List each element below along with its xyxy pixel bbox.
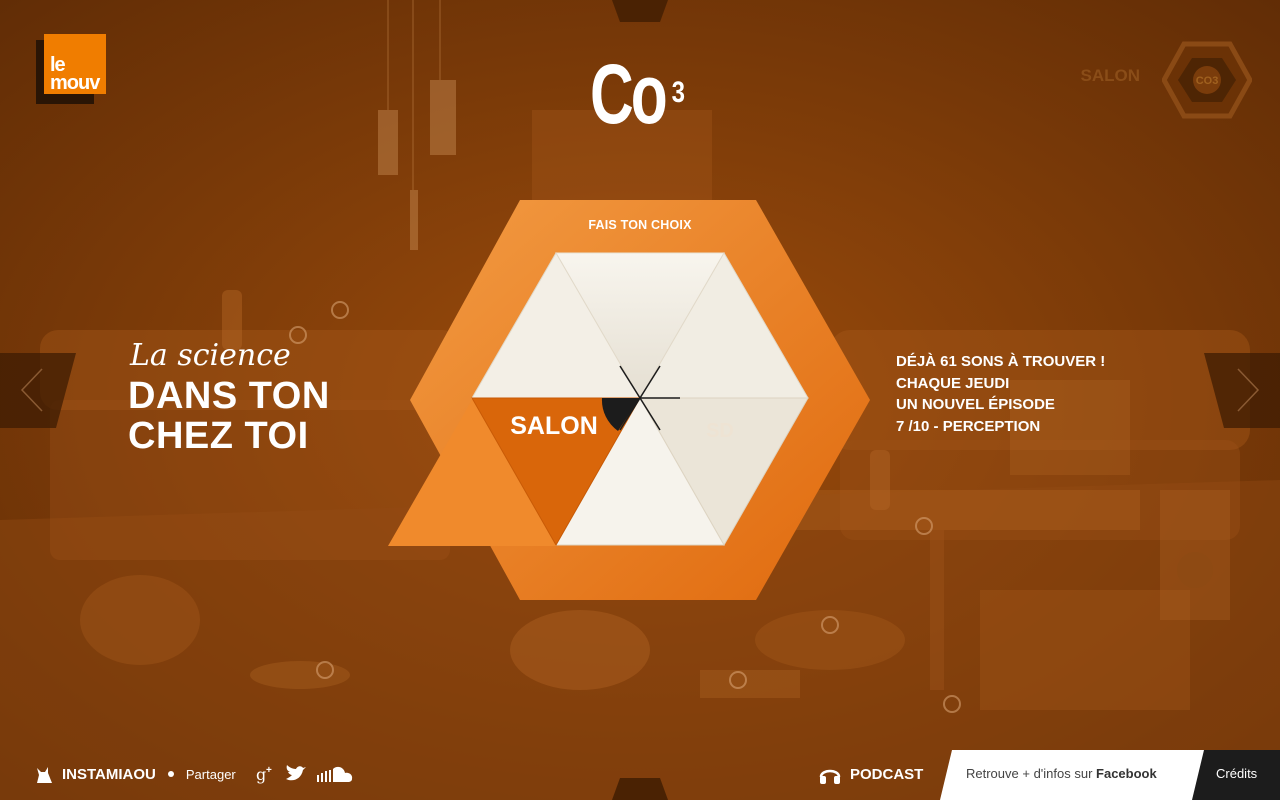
facebook-strong: Facebook [1096,766,1157,781]
tagline-line1: DANS TON [128,375,330,417]
info-line4: 7 /10 - PERCEPTION [896,417,1041,435]
cat-icon[interactable] [34,764,54,784]
tagline-script: La science [130,338,291,373]
previous-arrow-button[interactable] [0,353,76,428]
mini-hex-badge: CO3 [1196,75,1219,87]
facebook-link[interactable]: Retrouve + d'infos sur Facebook [966,766,1157,781]
footer-left: INSTAMIAOU Partager g + [34,762,354,786]
separator-dot [167,771,174,777]
mini-nav-hex-button[interactable]: CO3 [1161,40,1253,120]
share-label: Partager [185,766,236,782]
soundcloud-icon[interactable] [316,764,354,784]
le-mouv-logo[interactable]: le mouv [36,34,106,104]
credits-link[interactable]: Crédits [1216,766,1257,781]
info-panel: DÉJÀ 61 SONS À TROUVER ! CHAQUE JEUDI UN… [896,351,1105,437]
segment-salon-button[interactable]: SALON [496,412,612,441]
twitter-icon[interactable] [284,764,308,784]
title-main: Co [590,47,668,141]
facebook-prefix: Retrouve + d'infos sur [966,766,1097,781]
title-superscript: 3 [671,76,686,109]
info-line3: UN NOUVEL ÉPISODE [896,396,1055,413]
info-line2: CHAQUE JEUDI [896,374,1010,392]
tagline-headline: DANS TON CHEZ TOI [128,376,330,456]
selector-heading: FAIS TON CHOIX [588,218,692,232]
next-arrow-button[interactable] [1204,353,1280,428]
mini-nav-label[interactable]: SALON [1060,66,1141,86]
info-line1: DÉJÀ 61 SONS À TROUVER ! [896,353,1106,370]
mini-hex-icon: CO3 [1161,41,1253,119]
chevron-left-icon [0,353,76,428]
headphones-icon [818,763,842,785]
podcast-label: PODCAST [850,765,924,783]
tagline-line2: CHEZ TOI [128,415,309,457]
chevron-right-icon [1204,353,1280,428]
google-plus-icon[interactable]: g + [254,764,276,784]
bottom-notch [612,778,668,800]
podcast-link[interactable]: PODCAST [818,762,923,786]
logo-text-mouv: mouv [50,72,100,94]
svg-text:+: + [266,765,272,776]
svg-text:g: g [256,765,266,784]
segment-ghost-label[interactable]: SD [690,420,750,443]
top-notch [612,0,668,22]
co3-title: Co 3 [590,52,694,136]
instamiaou-link[interactable]: INSTAMIAOU [62,766,156,783]
room-selector-hexagon [388,200,870,600]
